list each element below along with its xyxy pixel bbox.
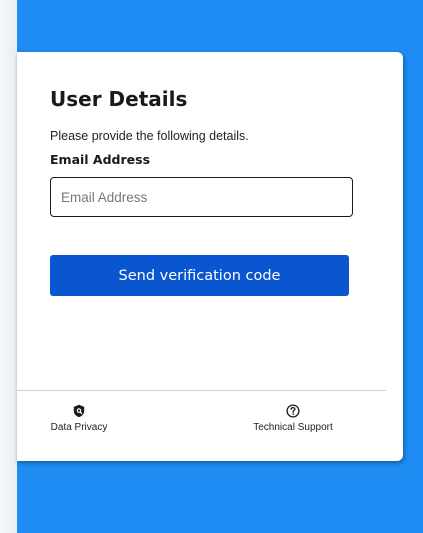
help-circle-icon xyxy=(286,404,300,418)
shield-lock-icon xyxy=(73,404,85,418)
page-title: User Details xyxy=(50,87,188,111)
footer-divider xyxy=(17,390,386,391)
data-privacy-label: Data Privacy xyxy=(50,422,108,433)
technical-support-label: Technical Support xyxy=(253,422,333,433)
email-input[interactable] xyxy=(50,177,353,217)
email-label: Email Address xyxy=(50,152,151,167)
technical-support-link[interactable]: Technical Support xyxy=(233,404,353,433)
form-description: Please provide the following details. xyxy=(50,129,249,143)
user-details-card: User Details Please provide the followin… xyxy=(17,52,403,461)
data-privacy-link[interactable]: Data Privacy xyxy=(24,404,134,433)
window-edge xyxy=(0,0,17,533)
send-verification-code-button[interactable]: Send verification code xyxy=(50,255,349,296)
